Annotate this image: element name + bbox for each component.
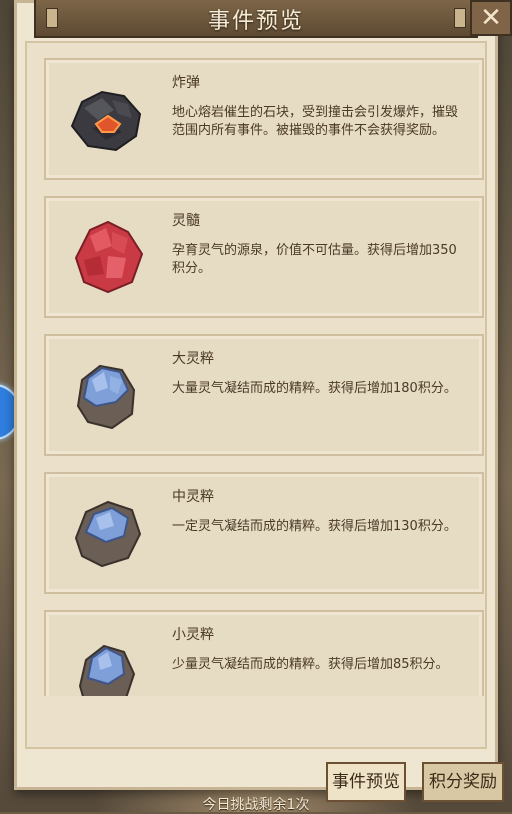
event-card-medium-essence: 中灵粹 一定灵气凝结而成的精粹。获得后增加130积分。	[44, 472, 484, 594]
close-button[interactable]: ✕	[470, 0, 512, 36]
panel-title: 事件预览	[207, 9, 304, 34]
event-name: 炸弹	[172, 75, 200, 91]
red-crystal-icon	[62, 212, 152, 302]
bomb-rock-icon	[62, 74, 152, 164]
event-description: 孕育灵气的源泉，价值不可估量。获得后增加350积分。	[172, 243, 457, 276]
event-name: 小灵粹	[172, 627, 214, 643]
small-blue-ore-icon	[62, 626, 152, 696]
tab-event-preview[interactable]: 事件预览	[326, 762, 406, 802]
panel-header: 事件预览	[34, 0, 478, 38]
large-blue-ore-icon	[62, 350, 152, 440]
tab-score-reward[interactable]: 积分奖励	[422, 762, 504, 802]
event-card-small-essence: 小灵粹 少量灵气凝结而成的精粹。获得后增加85积分。	[44, 610, 484, 696]
event-name: 中灵粹	[172, 489, 214, 505]
event-card-large-essence: 大灵粹 大量灵气凝结而成的精粹。获得后增加180积分。	[44, 334, 484, 456]
event-card-bomb: 炸弹 地心熔岩催生的石块，受到撞击会引发爆炸，摧毁范围内所有事件。被摧毁的事件不…	[44, 58, 484, 180]
event-list: 炸弹 地心熔岩催生的石块，受到撞击会引发爆炸，摧毁范围内所有事件。被摧毁的事件不…	[44, 58, 484, 696]
event-description: 大量灵气凝结而成的精粹。获得后增加180积分。	[172, 381, 457, 396]
event-description: 地心熔岩催生的石块，受到撞击会引发爆炸，摧毁范围内所有事件。被摧毁的事件不会获得…	[172, 105, 459, 138]
event-description: 少量灵气凝结而成的精粹。获得后增加85积分。	[172, 657, 449, 672]
event-name: 大灵粹	[172, 351, 214, 367]
event-card-spirit-marrow: 灵髓 孕育灵气的源泉，价值不可估量。获得后增加350积分。	[44, 196, 484, 318]
event-name: 灵髓	[172, 213, 200, 229]
event-description: 一定灵气凝结而成的精粹。获得后增加130积分。	[172, 519, 457, 534]
medium-blue-ore-icon	[62, 488, 152, 578]
